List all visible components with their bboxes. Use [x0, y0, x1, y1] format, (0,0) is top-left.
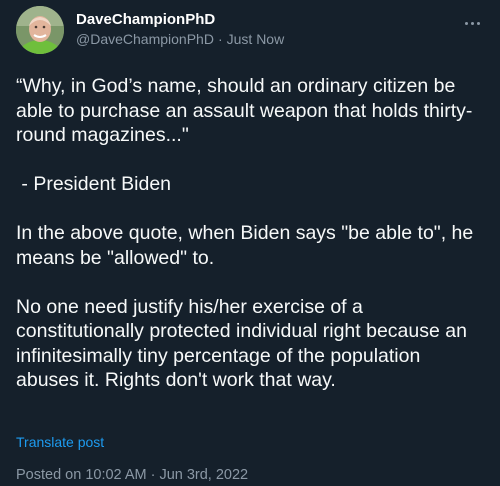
- post-time[interactable]: Just Now: [227, 31, 285, 47]
- more-horizontal-icon-dot: [470, 21, 474, 25]
- translate-post-link[interactable]: Translate post: [16, 433, 104, 451]
- tweet-header: DaveChampionPhD @DaveChampionPhD · Just No…: [16, 6, 484, 54]
- tweet-paragraph: In the above quote, when Biden says "be …: [16, 222, 479, 269]
- tweet-paragraph: “Why, in God’s name, should an ordinary …: [16, 75, 473, 146]
- tweet-paragraph: No one need justify his/her exercise of …: [16, 295, 473, 392]
- avatar-photo: [16, 6, 64, 54]
- more-horizontal-icon: [464, 21, 468, 25]
- posted-time[interactable]: Posted on 10:02 AM: [16, 467, 147, 483]
- avatar[interactable]: [16, 6, 64, 54]
- tweet-text: “Why, in God’s name, should an ordinary …: [16, 74, 484, 393]
- posted-separator: ·: [150, 467, 156, 483]
- display-name[interactable]: DaveChampionPhD: [76, 11, 284, 29]
- author-handle[interactable]: @DaveChampionPhD: [76, 31, 214, 47]
- meta-separator: ·: [217, 31, 223, 47]
- author-meta: @DaveChampionPhD · Just Now: [76, 30, 284, 48]
- posted-timestamp: Posted on 10:02 AM · Jun 3rd, 2022: [16, 466, 248, 484]
- more-options-button[interactable]: [460, 14, 484, 32]
- more-horizontal-icon-dot: [476, 21, 480, 25]
- author-names: DaveChampionPhD @DaveChampionPhD · Just No…: [76, 11, 284, 48]
- tweet-paragraph: - President Biden: [16, 173, 172, 195]
- posted-date[interactable]: Jun 3rd, 2022: [159, 467, 248, 483]
